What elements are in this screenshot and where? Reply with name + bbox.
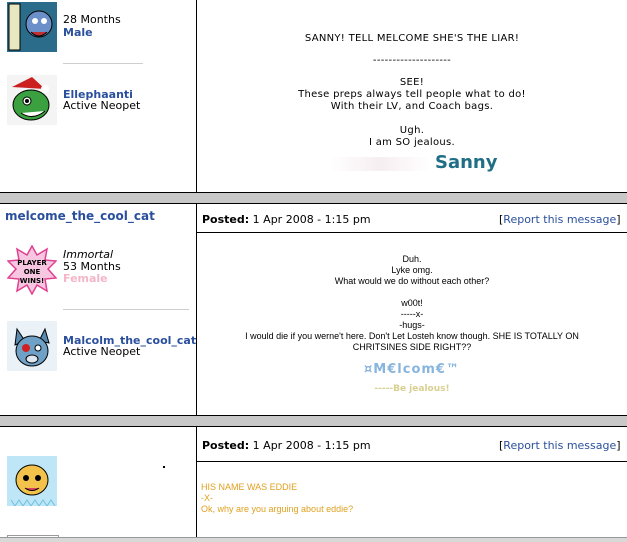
post-line: These preps always tell people what to d… xyxy=(298,89,526,100)
pet-image[interactable] xyxy=(7,321,57,371)
post-body: HIS NAME WAS EDDIE -X- Ok, why are you a… xyxy=(201,482,353,515)
post-line: I am SO jealous. xyxy=(368,137,456,148)
post-line: With their LV, and Coach bags. xyxy=(330,101,494,112)
post-header-border xyxy=(196,461,627,462)
report-button[interactable]: [Report this message] xyxy=(499,439,621,452)
separator xyxy=(63,309,189,310)
post-header-border xyxy=(196,232,627,233)
post-line: SANNY! TELL MELCOME SHE'S THE LIAR! xyxy=(304,33,520,44)
post-line: Lyke omg. xyxy=(391,265,433,275)
pet-image[interactable] xyxy=(7,75,57,125)
user-avatar[interactable] xyxy=(7,456,57,506)
separator xyxy=(63,63,143,64)
post-line: What would we do without each other? xyxy=(334,276,490,286)
post-line: -hugs- xyxy=(399,320,425,330)
user-gender: Male xyxy=(63,26,93,39)
post-author-link[interactable]: melcome_the_cool_cat xyxy=(5,209,155,223)
post-divider-bar xyxy=(0,192,627,204)
user-avatar[interactable]: PLAYER ONE WINS! xyxy=(7,245,57,295)
post-line: -X- xyxy=(201,493,213,503)
pet-status: Active Neopet xyxy=(63,345,141,358)
post-line: I would die if you werne't here. Don't L… xyxy=(245,331,579,341)
signature-melcome: ¤M€lcom€™ xyxy=(364,362,460,377)
report-button[interactable]: [Report this message] xyxy=(499,213,621,226)
posted-label: Posted: xyxy=(202,213,250,226)
pet-status: Active Neopet xyxy=(63,99,141,112)
posted-date: 1 Apr 2008 - 1:15 pm xyxy=(252,213,371,226)
column-divider xyxy=(196,426,197,541)
signature-sub: -----Be jealous! xyxy=(374,384,450,394)
signature-glow xyxy=(330,157,430,171)
signature-sanny: Sanny xyxy=(435,152,498,173)
user-months: 28 Months xyxy=(63,13,121,26)
post-line: Ugh. xyxy=(399,125,425,136)
stray-dot xyxy=(163,466,165,468)
svg-text:ONE: ONE xyxy=(24,268,41,276)
posted-date: 1 Apr 2008 - 1:15 pm xyxy=(252,439,371,452)
post-body: Duh. Lyke omg. What would we do without … xyxy=(197,254,627,353)
svg-text:WINS!: WINS! xyxy=(20,277,44,285)
post-line: CHRITSINES SIDE RIGHT?? xyxy=(352,342,472,352)
bottom-edge xyxy=(0,537,627,542)
post-divider: -------------------- xyxy=(372,55,452,66)
post-divider-bar xyxy=(0,415,627,427)
report-link[interactable]: Report this message xyxy=(503,439,616,452)
user-avatar[interactable] xyxy=(7,2,57,52)
post-line: Duh. xyxy=(402,254,422,264)
post-line: HIS NAME WAS EDDIE xyxy=(201,482,298,492)
posted-label: Posted: xyxy=(202,439,250,452)
post-line: w00t! xyxy=(401,298,423,308)
post-body: SANNY! TELL MELCOME SHE'S THE LIAR! ----… xyxy=(197,33,627,149)
report-link[interactable]: Report this message xyxy=(503,213,616,226)
post-line: Ok, why are you arguing about eddie? xyxy=(201,504,354,514)
post-line: SEE! xyxy=(399,77,425,88)
post-line: -----x- xyxy=(400,309,424,319)
user-gender: Female xyxy=(63,272,108,285)
svg-text:PLAYER: PLAYER xyxy=(17,259,47,267)
